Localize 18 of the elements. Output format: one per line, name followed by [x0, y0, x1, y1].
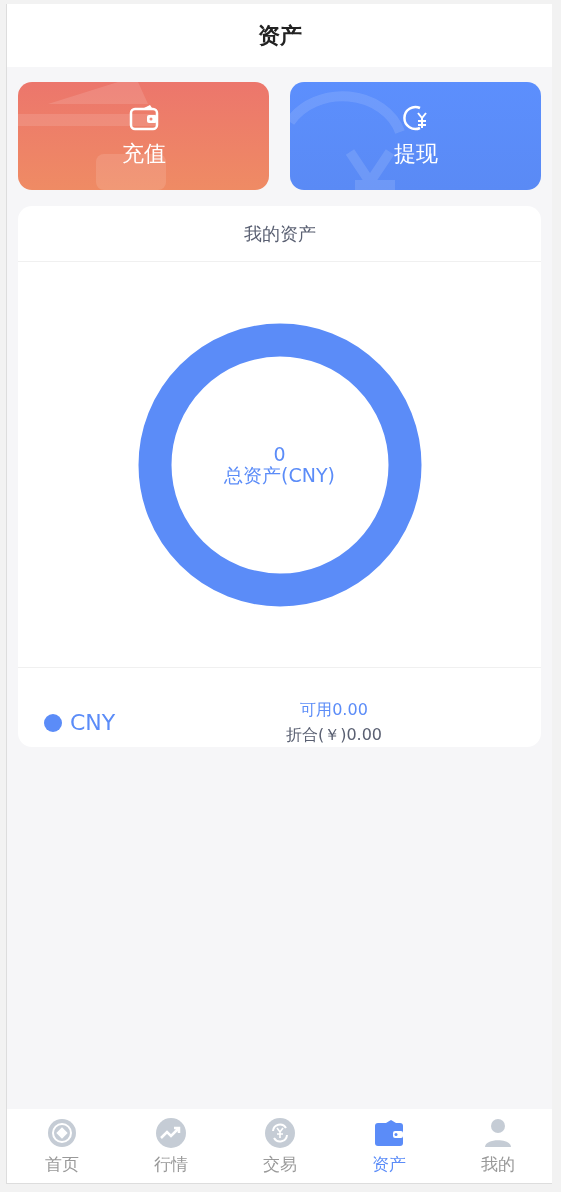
card-title: 我的资产 — [243, 221, 316, 246]
withdraw-button[interactable]: 提现 — [290, 82, 541, 190]
currency-name: CNY — [70, 710, 116, 735]
total-value: 0 — [273, 443, 286, 465]
total-label: 总资产(CNY) — [224, 464, 335, 486]
available-balance: 可用0.00 — [300, 700, 368, 721]
tab-item[interactable]: 资产 — [334, 1109, 443, 1183]
tab-item[interactable]: 行情 — [116, 1109, 225, 1183]
coin-icon — [45, 1116, 78, 1149]
tab-item[interactable]: 我的 — [443, 1109, 552, 1183]
page-title: 资产 — [257, 21, 302, 50]
exchange-icon — [263, 1116, 296, 1149]
deposit-button[interactable]: 充值 — [18, 82, 269, 190]
wallet-icon — [127, 103, 160, 133]
tab-item[interactable]: 首页 — [7, 1109, 116, 1183]
trend-icon — [154, 1116, 187, 1149]
converted-balance: 折合(￥)0.00 — [285, 725, 383, 746]
tab-item[interactable]: 交易 — [225, 1109, 334, 1183]
